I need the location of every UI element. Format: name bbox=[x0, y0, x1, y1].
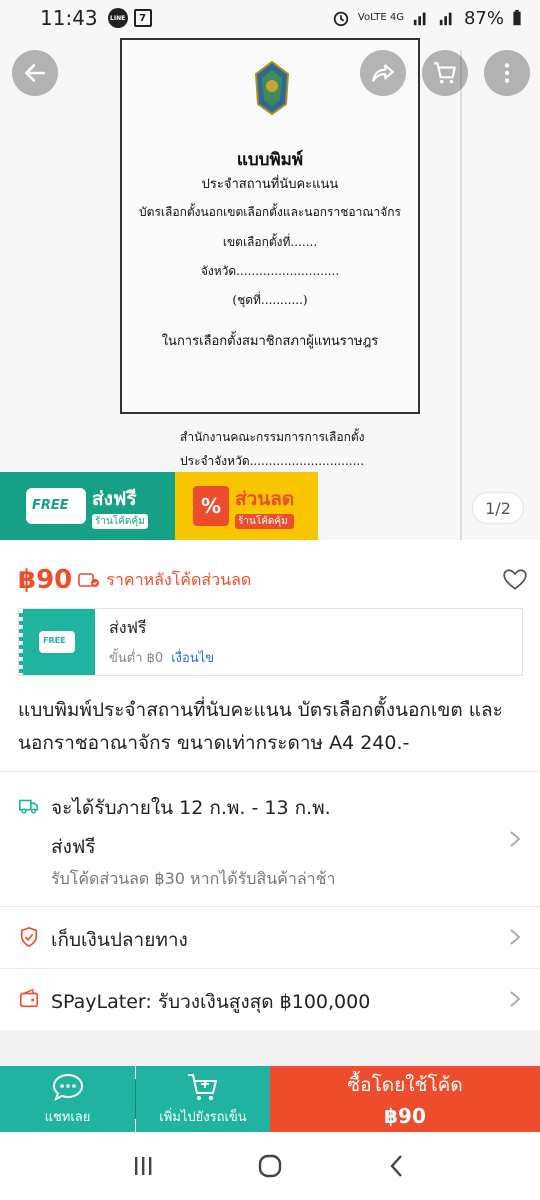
price-row: ฿90 ราคาหลังโค้ดส่วนลด bbox=[18, 560, 528, 600]
chat-button[interactable]: แชทเลย bbox=[0, 1066, 135, 1132]
free-shipping-card[interactable]: FREE ส่งฟรี ขั้นต่ำ ฿0 เงื่อนไข bbox=[18, 608, 523, 676]
truck-icon: FREE bbox=[39, 631, 75, 653]
shipping-title: ส่งฟรี bbox=[109, 618, 147, 637]
doc-line: ในการเลือกตั้งสมาชิกสภาผู้แทนราษฎร bbox=[161, 334, 379, 349]
doc-line: บัตรเลือกตั้งนอกเขตเลือกตั้งและนอกราชอาณ… bbox=[139, 205, 401, 219]
doc-line: จังหวัด........................... bbox=[200, 264, 340, 278]
free-shipping-promo: FREE ส่งฟรี ร้านโค้ดคุ้ม bbox=[0, 472, 175, 540]
battery-icon bbox=[513, 9, 521, 26]
more-button[interactable] bbox=[484, 50, 530, 96]
discount-promo: % ส่วนลด ร้านโค้ดคุ้ม bbox=[175, 472, 318, 540]
buy-with-voucher-button[interactable]: ซื้อโดยใช้โค้ด ฿90 bbox=[270, 1066, 540, 1132]
page-edge bbox=[460, 50, 462, 540]
promo-banner: FREE ส่งฟรี ร้านโค้ดคุ้ม % ส่วนลด ร้านโค… bbox=[0, 472, 318, 540]
emblem-icon bbox=[254, 60, 290, 116]
home-icon[interactable] bbox=[256, 1152, 284, 1180]
min-spend: ขั้นต่ำ ฿0 bbox=[109, 651, 164, 666]
doc-footer: ประจำจังหวัด............................… bbox=[180, 454, 365, 468]
chevron-right-icon bbox=[510, 929, 521, 945]
more-vertical-icon bbox=[504, 63, 510, 83]
coupon-icon bbox=[78, 573, 100, 587]
cart-label: เพิ่มไปยังรถเข็น bbox=[159, 1109, 247, 1125]
image-pager: 1/2 bbox=[472, 492, 524, 524]
doc-line: ประจำสถานที่นับคะแนน bbox=[201, 177, 339, 192]
truck-icon: FREE bbox=[26, 488, 86, 524]
clock: 11:43 bbox=[40, 6, 98, 30]
late-guarantee: รับโค้ดส่วนลด ฿30 หากได้รับสินค้าล่าช้า bbox=[51, 869, 336, 888]
system-nav-bar bbox=[0, 1132, 540, 1200]
shield-check-icon bbox=[20, 926, 38, 948]
shipping-sub: ขั้นต่ำ ฿0 เงื่อนไข bbox=[109, 647, 214, 668]
battery-percent: 87% bbox=[463, 7, 504, 29]
promo-free-sub: ร้านโค้ดคุ้ม bbox=[92, 513, 148, 529]
doc-line: เขตเลือกตั้งที่....... bbox=[222, 235, 318, 249]
share-button[interactable] bbox=[360, 50, 406, 96]
promo-free-title: ส่งฟรี bbox=[92, 487, 137, 510]
doc-footer: สำนักงานคณะกรรมการการเลือกตั้ง bbox=[180, 430, 365, 444]
buy-label: ซื้อโดยใช้โค้ด bbox=[347, 1074, 463, 1096]
heart-icon[interactable] bbox=[502, 567, 528, 593]
paylater-row[interactable]: SPayLater: รับวงเงินสูงสุด ฿100,000 bbox=[0, 968, 540, 1030]
chevron-right-icon bbox=[510, 991, 521, 1007]
add-to-cart-button[interactable]: เพิ่มไปยังรถเข็น bbox=[136, 1066, 270, 1132]
voucher-badge: FREE bbox=[19, 609, 95, 675]
line-app-icon: LINE bbox=[107, 8, 128, 28]
cod-label: เก็บเงินปลายทาง bbox=[51, 929, 188, 951]
truck-icon bbox=[19, 799, 39, 814]
percent-bag-icon: % bbox=[193, 486, 229, 526]
cod-row[interactable]: เก็บเงินปลายทาง bbox=[0, 906, 540, 968]
product-title: แบบพิมพ์ประจำสถานที่นับคะแนน บัตรเลือกตั… bbox=[18, 699, 503, 754]
chevron-right-icon bbox=[510, 831, 521, 847]
signal-icon bbox=[439, 12, 452, 26]
recent-apps-icon[interactable] bbox=[129, 1152, 157, 1180]
buy-price: ฿90 bbox=[384, 1104, 426, 1128]
network-label: VoLTE 4G bbox=[357, 12, 404, 23]
paylater-label: SPayLater: รับวงเงินสูงสุด ฿100,000 bbox=[51, 991, 371, 1013]
back-button[interactable] bbox=[12, 50, 58, 96]
signal-icon bbox=[413, 12, 426, 26]
price: ฿90 bbox=[18, 565, 73, 595]
chat-label: แชทเลย bbox=[44, 1109, 91, 1125]
back-nav-icon[interactable] bbox=[383, 1152, 411, 1180]
cart-icon bbox=[434, 62, 456, 84]
doc-line: (ชุดที่...........) bbox=[232, 293, 308, 307]
price-note: ราคาหลังโค้ดส่วนลด bbox=[106, 569, 252, 589]
alarm-icon bbox=[333, 11, 349, 27]
promo-sale-sub: ร้านโค้ดคุ้ม bbox=[235, 513, 295, 529]
status-bar: 11:43 LINE 7 VoLTE 4G 87% bbox=[0, 0, 540, 36]
promo-sale-title: ส่วนลด bbox=[235, 487, 295, 510]
section-gap bbox=[0, 1030, 540, 1066]
wallet-icon bbox=[19, 988, 39, 1008]
delivery-row[interactable]: จะได้รับภายใน 12 ก.พ. - 13 ก.พ. ส่งฟรี ร… bbox=[0, 771, 540, 906]
delivery-fee: ส่งฟรี bbox=[51, 836, 96, 858]
delivery-eta: จะได้รับภายใน 12 ก.พ. - 13 ก.พ. bbox=[51, 797, 331, 819]
arrow-left-icon bbox=[25, 64, 45, 82]
conditions-link[interactable]: เงื่อนไข bbox=[171, 651, 214, 666]
doc-title: แบบพิมพ์ bbox=[236, 150, 304, 170]
chat-icon bbox=[52, 1073, 83, 1101]
share-icon bbox=[372, 64, 394, 82]
7-eleven-icon: 7 bbox=[133, 9, 152, 27]
cart-button[interactable] bbox=[422, 50, 468, 96]
add-to-cart-icon bbox=[188, 1073, 217, 1100]
action-bar: แชทเลย เพิ่มไปยังรถเข็น ซื้อโดยใช้โค้ด ฿… bbox=[0, 1066, 540, 1132]
